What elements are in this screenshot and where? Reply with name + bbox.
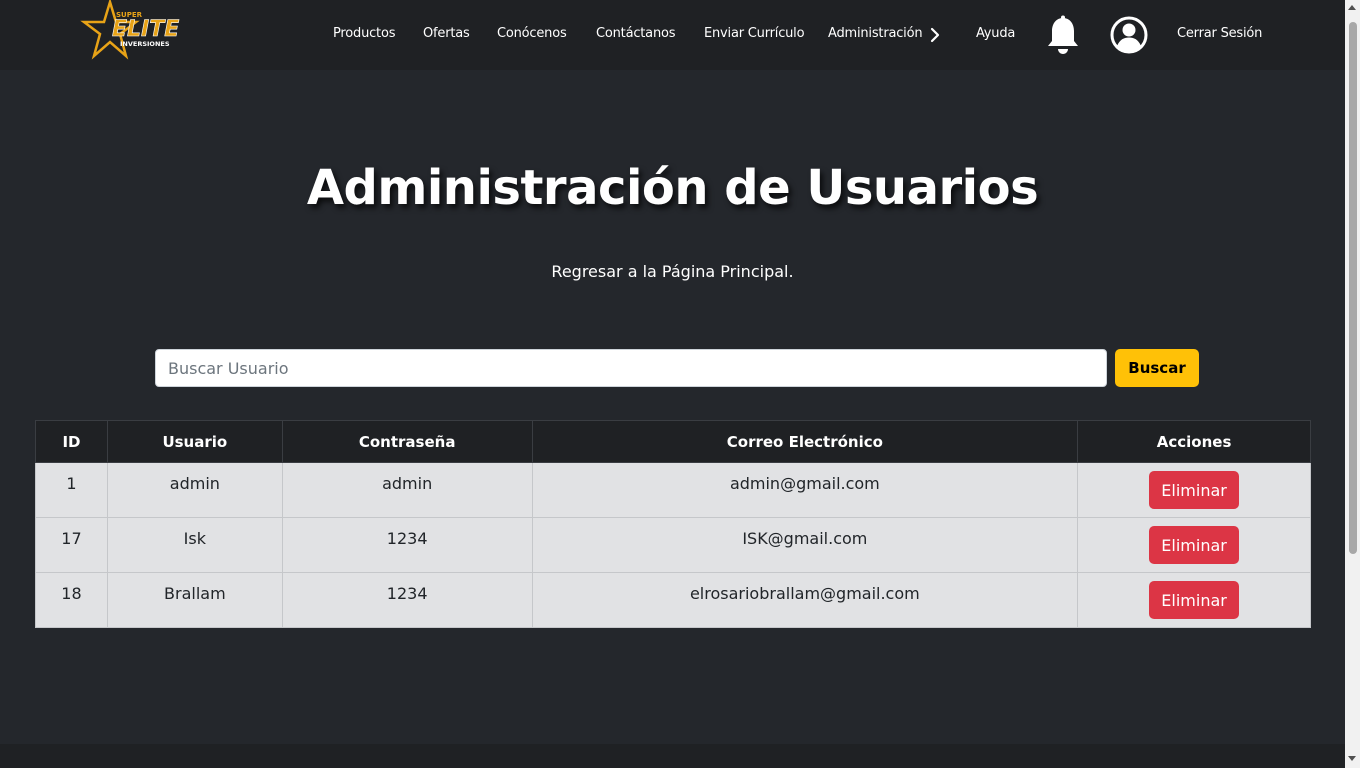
nav-item-enviar-curriculo[interactable]: Enviar Currículo: [704, 26, 805, 41]
header-usuario: Usuario: [106, 420, 283, 463]
scrollbar-thumb[interactable]: [1349, 22, 1357, 554]
table-header-row: ID Usuario Contraseña Correo Electrónico…: [35, 420, 1311, 463]
nav-item-ofertas[interactable]: Ofertas: [423, 26, 470, 41]
page-title: Administración de Usuarios: [306, 160, 1039, 216]
header-id: ID: [35, 420, 108, 463]
cell-acciones: Eliminar: [1077, 462, 1311, 518]
table-row: 18 Brallam 1234 elrosariobrallam@gmail.c…: [35, 572, 1311, 628]
cell-acciones: Eliminar: [1077, 572, 1311, 628]
cell-id: 1: [35, 462, 108, 518]
cell-acciones: Eliminar: [1077, 517, 1311, 573]
bell-icon[interactable]: [1046, 15, 1080, 55]
user-icon[interactable]: [1109, 15, 1149, 55]
users-table: ID Usuario Contraseña Correo Electrónico…: [35, 420, 1311, 628]
logout-link[interactable]: Cerrar Sesión: [1177, 26, 1262, 41]
cell-correo: elrosariobrallam@gmail.com: [531, 572, 1079, 628]
delete-button[interactable]: Eliminar: [1149, 526, 1240, 564]
search-user-input[interactable]: [155, 349, 1107, 387]
scroll-down-arrow-icon[interactable]: [1348, 756, 1356, 761]
table-row: 17 Isk 1234 ISK@gmail.com Eliminar: [35, 517, 1311, 573]
scroll-up-arrow-icon[interactable]: [1348, 5, 1356, 10]
cell-id: 17: [35, 517, 108, 573]
nav-item-conocenos[interactable]: Conócenos: [497, 26, 567, 41]
header-contrasena: Contraseña: [281, 420, 533, 463]
cell-correo: ISK@gmail.com: [531, 517, 1079, 573]
cell-contrasena: 1234: [281, 572, 533, 628]
nav-item-administracion[interactable]: Administración: [828, 26, 923, 41]
cell-contrasena: admin: [281, 462, 533, 518]
cell-id: 18: [35, 572, 108, 628]
page-scrollbar[interactable]: [1345, 0, 1360, 768]
footer-bar: [0, 744, 1345, 768]
table-row: 1 admin admin admin@gmail.com Eliminar: [35, 462, 1311, 518]
cell-correo: admin@gmail.com: [531, 462, 1079, 518]
header-acciones: Acciones: [1077, 420, 1311, 463]
delete-button[interactable]: Eliminar: [1149, 581, 1240, 619]
svg-text:ELITE: ELITE: [112, 17, 179, 42]
chevron-right-icon[interactable]: [928, 26, 942, 44]
search-button[interactable]: Buscar: [1115, 349, 1199, 387]
cell-usuario: Brallam: [106, 572, 283, 628]
cell-usuario: Isk: [106, 517, 283, 573]
nav-item-ayuda[interactable]: Ayuda: [976, 26, 1015, 41]
delete-button[interactable]: Eliminar: [1149, 471, 1240, 509]
nav-item-productos[interactable]: Productos: [333, 26, 395, 41]
cell-usuario: admin: [106, 462, 283, 518]
top-navbar: SUPER ELITE INVERSIONES Productos Oferta…: [0, 0, 1345, 70]
cell-contrasena: 1234: [281, 517, 533, 573]
svg-text:INVERSIONES: INVERSIONES: [120, 40, 170, 48]
header-correo: Correo Electrónico: [531, 420, 1079, 463]
nav-item-contactanos[interactable]: Contáctanos: [596, 26, 676, 41]
back-to-home-link[interactable]: Regresar a la Página Principal.: [0, 262, 1345, 281]
super-elite-logo[interactable]: SUPER ELITE INVERSIONES: [72, 0, 204, 60]
